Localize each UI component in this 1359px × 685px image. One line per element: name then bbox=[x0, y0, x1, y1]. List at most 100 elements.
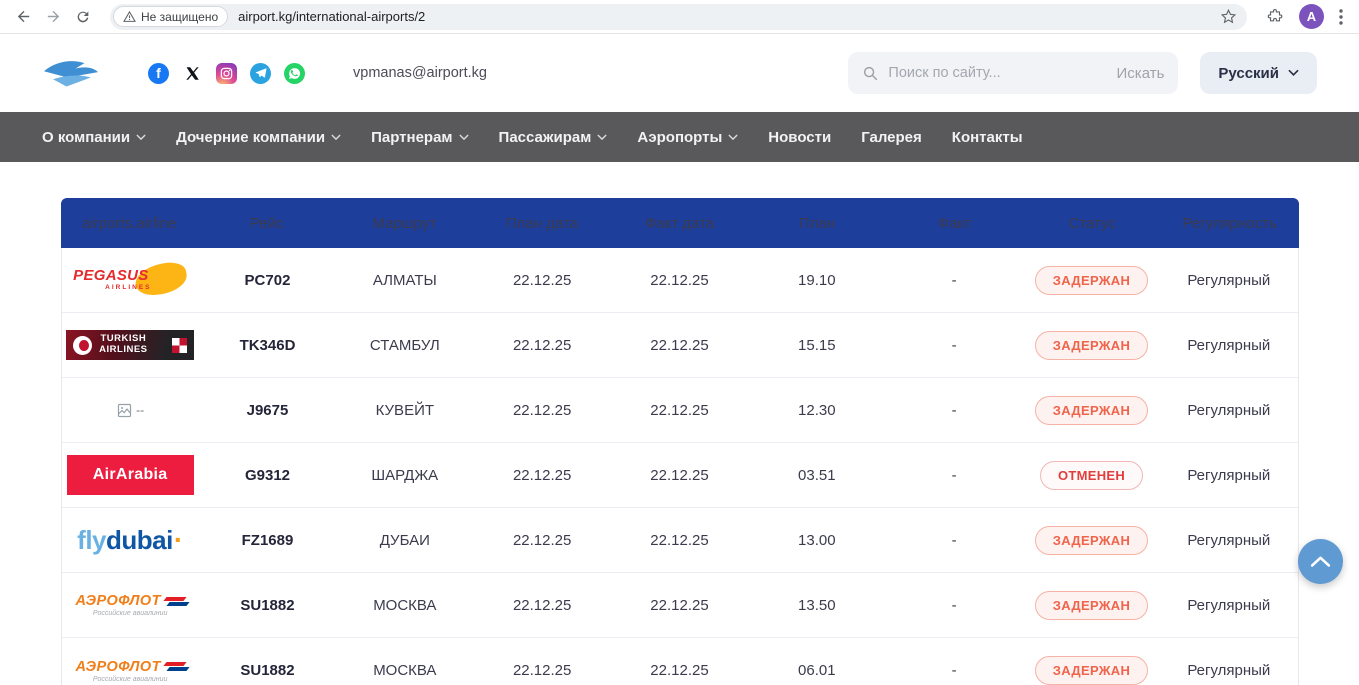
column-header-4: Факт дата bbox=[611, 215, 749, 232]
aeroflot-wing-icon bbox=[165, 662, 185, 671]
whatsapp-icon[interactable] bbox=[284, 63, 305, 84]
browser-reload-button[interactable] bbox=[70, 4, 96, 30]
url-text: airport.kg/international-airports/2 bbox=[238, 9, 1220, 24]
fact-time: - bbox=[885, 597, 1022, 614]
nav-item-2[interactable]: Партнерам bbox=[371, 129, 468, 146]
route: МОСКВА bbox=[336, 662, 473, 679]
chevron-down-icon bbox=[136, 134, 146, 141]
social-icons: f bbox=[148, 63, 305, 84]
instagram-icon[interactable] bbox=[216, 63, 237, 84]
checkered-flag-icon bbox=[172, 338, 187, 353]
nav-item-6[interactable]: Галерея bbox=[861, 129, 922, 146]
status-badge: ЗАДЕРЖАН bbox=[1035, 266, 1148, 295]
nav-item-4[interactable]: Аэропорты bbox=[637, 129, 738, 146]
column-header-7: Статус bbox=[1023, 215, 1161, 232]
scroll-to-top-button[interactable] bbox=[1298, 539, 1343, 584]
warning-triangle-icon bbox=[123, 10, 136, 23]
airline-logo-cell: PEGASUSAIRLINES bbox=[62, 263, 199, 297]
browser-actions: A bbox=[1261, 4, 1349, 29]
nav-item-label: Аэропорты bbox=[637, 129, 722, 146]
column-header-3: План дата bbox=[473, 215, 611, 232]
nav-item-0[interactable]: О компании bbox=[42, 129, 146, 146]
status-cell: ЗАДЕРЖАН bbox=[1023, 526, 1160, 555]
chevron-up-icon bbox=[1310, 555, 1331, 568]
regularity: Регулярный bbox=[1160, 467, 1297, 484]
search-button[interactable]: Искать bbox=[1117, 65, 1165, 82]
nav-item-label: Партнерам bbox=[371, 129, 452, 146]
flight-number: J9675 bbox=[199, 402, 336, 419]
airline-logo-cell: -- bbox=[62, 402, 199, 419]
airline-logo-cell: АЭРОФЛОТРоссийские авиалинии bbox=[62, 593, 199, 617]
status-badge: ЗАДЕРЖАН bbox=[1035, 591, 1148, 620]
fact-time: - bbox=[885, 532, 1022, 549]
search-icon bbox=[862, 65, 879, 82]
nav-item-7[interactable]: Контакты bbox=[952, 129, 1023, 146]
profile-avatar[interactable]: A bbox=[1299, 4, 1324, 29]
plan-time: 19.10 bbox=[748, 272, 885, 289]
plan-time: 12.30 bbox=[748, 402, 885, 419]
status-cell: ЗАДЕРЖАН bbox=[1023, 396, 1160, 425]
plan-date: 22.12.25 bbox=[473, 662, 610, 679]
plan-time: 06.01 bbox=[748, 662, 885, 679]
site-search: Искать bbox=[848, 52, 1178, 94]
status-cell: ЗАДЕРЖАН bbox=[1023, 591, 1160, 620]
search-input[interactable] bbox=[888, 65, 1116, 81]
plan-date: 22.12.25 bbox=[473, 337, 610, 354]
telegram-icon[interactable] bbox=[250, 63, 271, 84]
site-logo[interactable] bbox=[42, 55, 100, 91]
column-header-6: Факт bbox=[886, 215, 1024, 232]
x-icon[interactable] bbox=[182, 63, 203, 84]
nav-item-3[interactable]: Пассажирам bbox=[499, 129, 608, 146]
status-badge: ЗАДЕРЖАН bbox=[1035, 396, 1148, 425]
status-badge: ЗАДЕРЖАН bbox=[1035, 526, 1148, 555]
extensions-icon[interactable] bbox=[1267, 8, 1284, 25]
nav-item-label: Галерея bbox=[861, 129, 922, 146]
nav-item-5[interactable]: Новости bbox=[768, 129, 831, 146]
security-chip[interactable]: Не защищено bbox=[113, 6, 228, 27]
nav-item-label: Контакты bbox=[952, 129, 1023, 146]
facebook-icon[interactable]: f bbox=[148, 63, 169, 84]
page-content: airports.airlineРейсМаршрутПлан датаФакт… bbox=[0, 198, 1359, 685]
fact-time: - bbox=[885, 662, 1022, 679]
status-badge: ЗАДЕРЖАН bbox=[1035, 656, 1148, 685]
browser-menu-icon[interactable] bbox=[1339, 9, 1343, 25]
column-header-0: airports.airline bbox=[61, 215, 199, 232]
route: ШАРДЖА bbox=[336, 467, 473, 484]
regularity: Регулярный bbox=[1160, 662, 1297, 679]
regularity: Регулярный bbox=[1160, 402, 1297, 419]
chevron-down-icon bbox=[459, 134, 469, 141]
nav-item-label: Новости bbox=[768, 129, 831, 146]
airline-logo-cell: TURKISHAIRLINES bbox=[62, 330, 199, 360]
address-bar[interactable]: Не защищено airport.kg/international-air… bbox=[110, 4, 1247, 30]
flight-number: PC702 bbox=[199, 272, 336, 289]
table-row: АЭРОФЛОТРоссийские авиалинииSU1882МОСКВА… bbox=[62, 573, 1298, 638]
airline-logo-cell: flydubai· bbox=[62, 525, 199, 556]
plan-date: 22.12.25 bbox=[473, 272, 610, 289]
language-selector[interactable]: Русский bbox=[1200, 52, 1317, 94]
flights-table: airports.airlineРейсМаршрутПлан датаФакт… bbox=[61, 198, 1299, 685]
fact-time: - bbox=[885, 272, 1022, 289]
status-badge: ЗАДЕРЖАН bbox=[1035, 331, 1148, 360]
browser-forward-button[interactable] bbox=[40, 4, 66, 30]
route: МОСКВА bbox=[336, 597, 473, 614]
plan-time: 13.00 bbox=[748, 532, 885, 549]
browser-back-button[interactable] bbox=[10, 4, 36, 30]
bookmark-star-icon[interactable] bbox=[1220, 8, 1237, 25]
plan-date: 22.12.25 bbox=[473, 532, 610, 549]
aeroflot-logo: АЭРОФЛОТРоссийские авиалинии bbox=[75, 593, 184, 617]
reload-icon bbox=[75, 9, 91, 25]
status-cell: ЗАДЕРЖАН bbox=[1023, 266, 1160, 295]
table-row: TURKISHAIRLINESTK346DСТАМБУЛ22.12.2522.1… bbox=[62, 313, 1298, 378]
regularity: Регулярный bbox=[1160, 337, 1297, 354]
fact-time: - bbox=[885, 337, 1022, 354]
turkish-airlines-logo: TURKISHAIRLINES bbox=[66, 330, 194, 360]
fact-date: 22.12.25 bbox=[611, 402, 748, 419]
fact-time: - bbox=[885, 402, 1022, 419]
site-header: f vpmanas@airport.kg Искать Русский bbox=[0, 34, 1359, 112]
route: АЛМАТЫ bbox=[336, 272, 473, 289]
bird-logo-icon bbox=[42, 55, 100, 91]
main-nav: О компании Дочерние компании Партнерам Пасс… bbox=[0, 112, 1359, 162]
security-chip-label: Не защищено bbox=[141, 10, 218, 24]
nav-item-1[interactable]: Дочерние компании bbox=[176, 129, 341, 146]
aeroflot-logo: АЭРОФЛОТРоссийские авиалинии bbox=[75, 659, 184, 683]
